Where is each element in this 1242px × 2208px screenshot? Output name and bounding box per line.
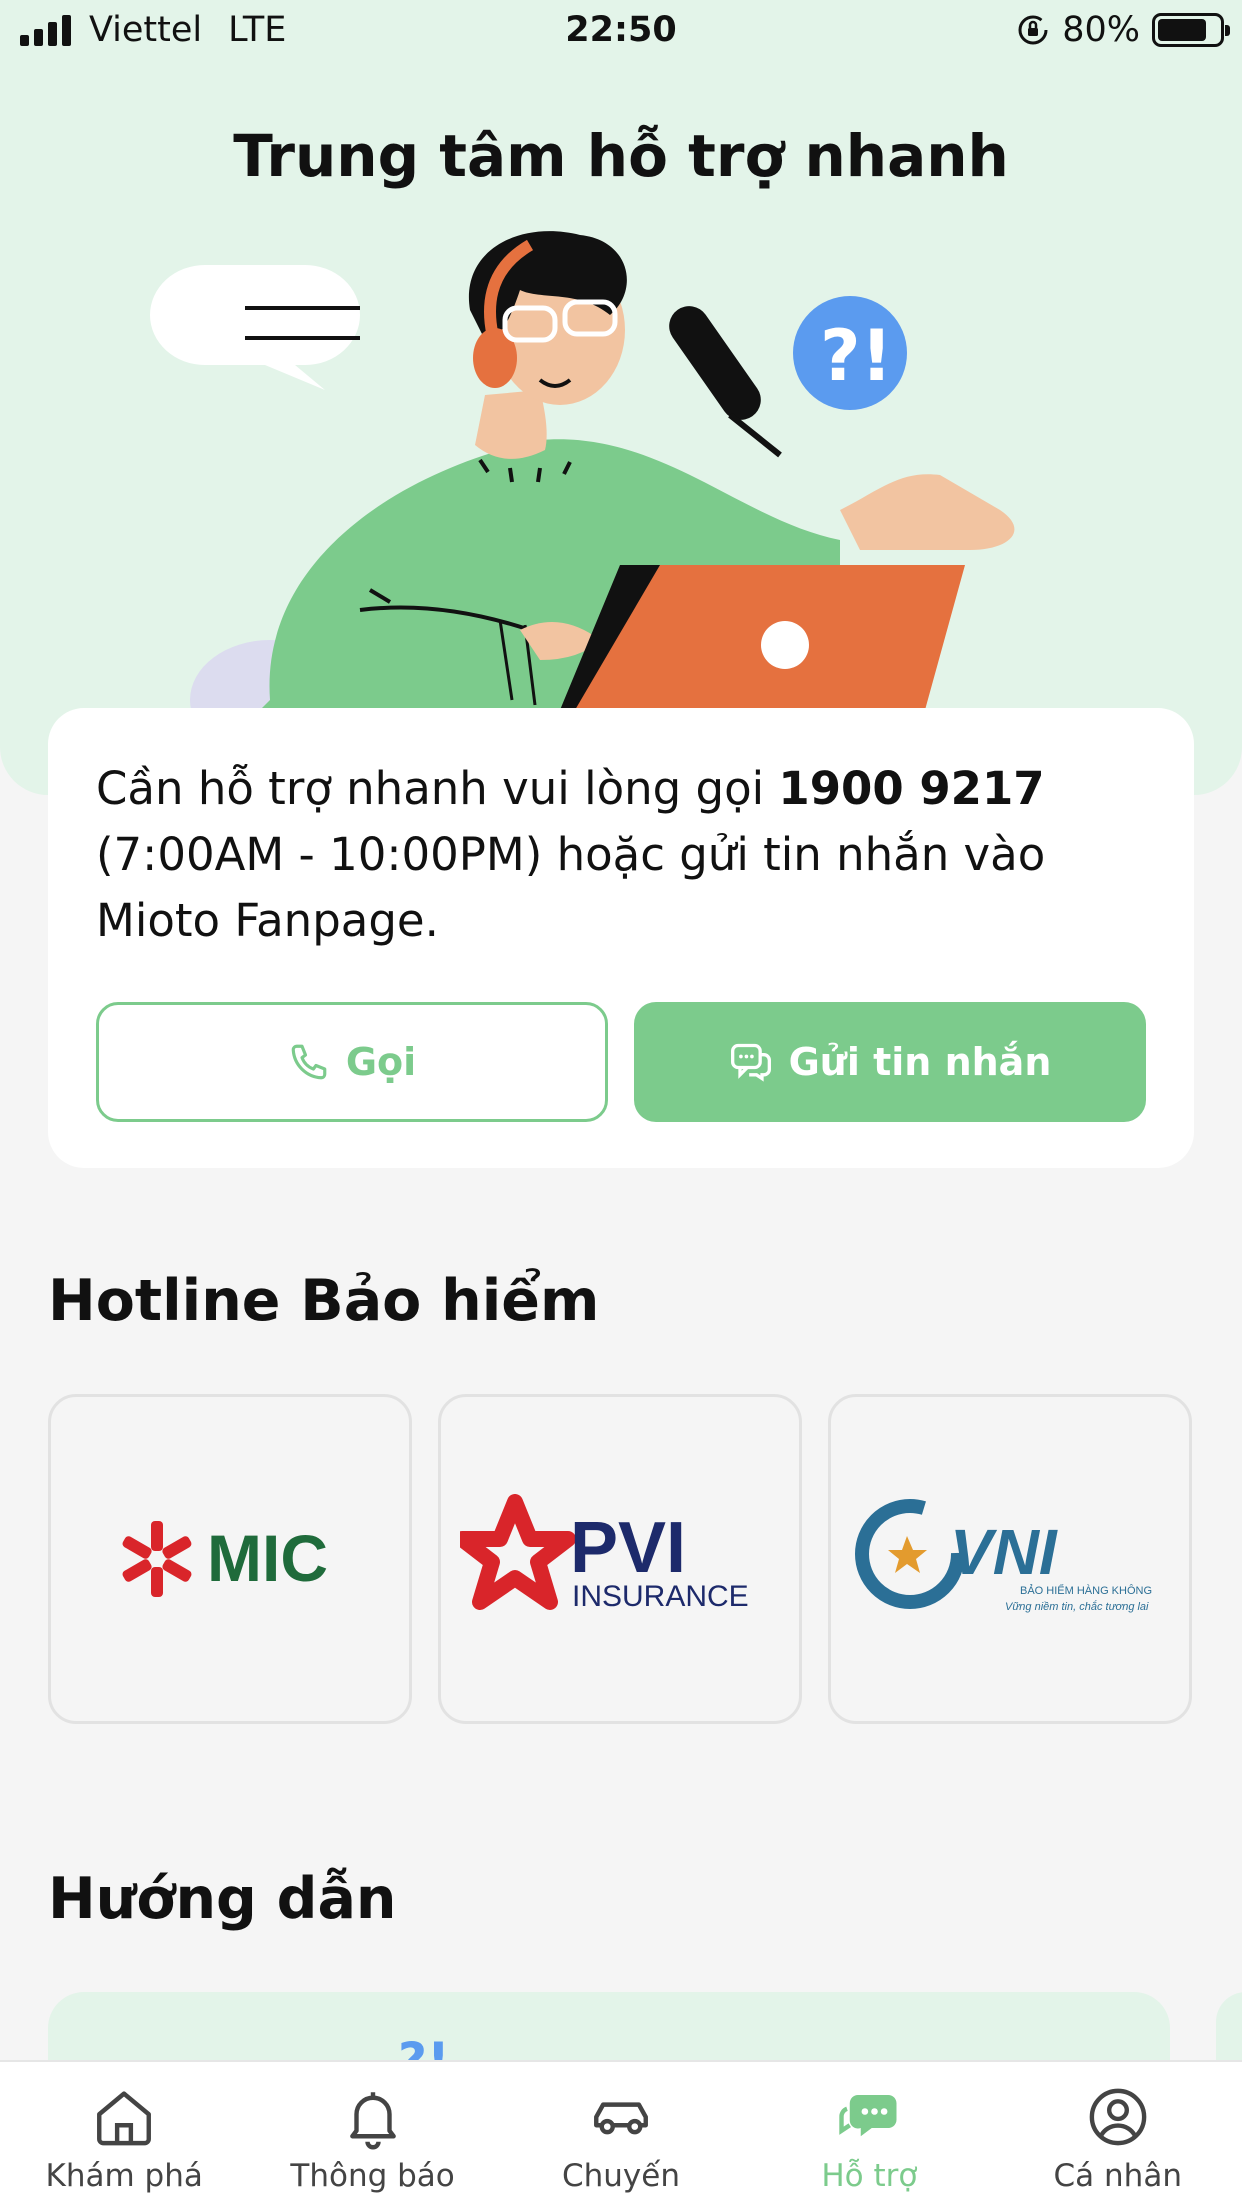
battery-percent: 80%: [1062, 10, 1140, 50]
send-message-button[interactable]: Gửi tin nhắn: [634, 1002, 1146, 1122]
support-message: Cần hỗ trợ nhanh vui lòng gọi 1900 9217 …: [96, 762, 1046, 947]
insurer-card-mic[interactable]: MIC: [48, 1394, 412, 1724]
tab-kham-pha[interactable]: Khám phá: [0, 2062, 248, 2208]
hero-banner: Viettel LTE 22:50 80% Trung tâm hỗ trợ n…: [0, 0, 1242, 795]
car-icon: [594, 2102, 648, 2135]
pvi-logo: PVI INSURANCE: [460, 1494, 749, 1613]
insurance-hotline-title: Hotline Bảo hiểm: [48, 1268, 600, 1334]
tab-label: Cá nhân: [1053, 2158, 1182, 2194]
tab-label: Hỗ trợ: [821, 2158, 918, 2194]
bell-icon: [349, 2092, 396, 2150]
battery-icon: [1152, 13, 1230, 47]
tab-label: Khám phá: [45, 2158, 203, 2194]
hotline-number[interactable]: 1900 9217: [778, 762, 1044, 815]
bottom-tab-bar: Khám phá Thông báo Chuyến Hỗ trợ Cá nhân: [0, 2060, 1242, 2208]
question-bubble-icon: ?!: [793, 296, 907, 410]
phone-icon: [291, 1044, 327, 1080]
svg-text:PVI: PVI: [570, 1508, 686, 1588]
insurer-card-vni[interactable]: VNI BẢO HIỂM HÀNG KHÔNG Vững niềm tin, c…: [828, 1394, 1192, 1724]
svg-text:Vững niềm tin, chắc tương lai: Vững niềm tin, chắc tương lai: [1005, 1600, 1149, 1613]
chat-support-icon: [839, 2095, 897, 2137]
mic-logo: MIC: [122, 1521, 328, 1597]
svg-text:?!: ?!: [820, 315, 893, 397]
quick-support-card: Cần hỗ trợ nhanh vui lòng gọi 1900 9217 …: [48, 708, 1194, 1168]
svg-text:MIC: MIC: [207, 1521, 328, 1595]
tab-ho-tro[interactable]: Hỗ trợ: [745, 2062, 993, 2208]
status-bar: Viettel LTE 22:50 80%: [0, 0, 1242, 64]
guide-title: Hướng dẫn: [48, 1866, 397, 1932]
orientation-lock-icon: [1018, 15, 1048, 45]
tab-ca-nhan[interactable]: Cá nhân: [994, 2062, 1242, 2208]
chat-bubbles-icon: [730, 1043, 771, 1082]
tab-chuyen[interactable]: Chuyến: [497, 2062, 745, 2208]
support-agent-illustration: ?!: [150, 231, 1015, 710]
tab-thong-bao[interactable]: Thông báo: [248, 2062, 496, 2208]
tab-label: Thông báo: [290, 2158, 455, 2194]
svg-text:VNI: VNI: [950, 1516, 1058, 1588]
home-icon: [97, 2091, 152, 2146]
svg-text:INSURANCE: INSURANCE: [572, 1580, 749, 1613]
speech-bubble: [150, 265, 360, 390]
call-button-label: Gọi: [345, 1040, 417, 1084]
user-icon: [1089, 2088, 1147, 2146]
vni-logo: VNI BẢO HIỂM HÀNG KHÔNG Vững niềm tin, c…: [855, 1499, 1152, 1613]
tab-label: Chuyến: [561, 2158, 680, 2194]
page-title: Trung tâm hỗ trợ nhanh: [233, 122, 1009, 190]
svg-text:BẢO HIỂM HÀNG KHÔNG: BẢO HIỂM HÀNG KHÔNG: [1020, 1584, 1152, 1597]
insurer-card-pvi[interactable]: PVI INSURANCE: [438, 1394, 802, 1724]
call-button[interactable]: Gọi: [96, 1002, 608, 1122]
send-message-label: Gửi tin nhắn: [788, 1040, 1052, 1084]
